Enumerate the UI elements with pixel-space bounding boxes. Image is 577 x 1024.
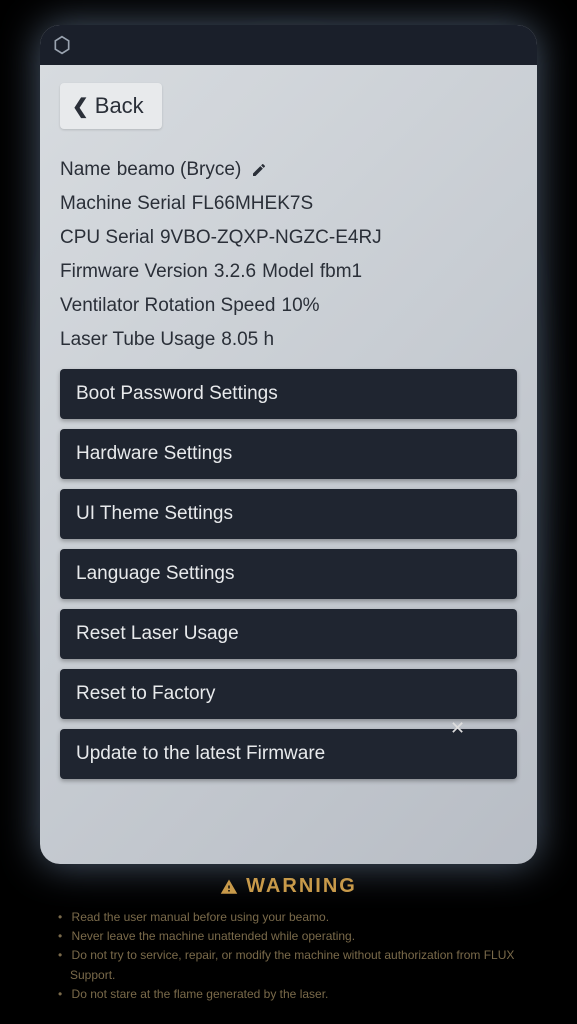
machine-serial-value: FL66MHEK7S xyxy=(192,193,313,215)
update-firmware-button[interactable]: Update to the latest Firmware xyxy=(60,729,517,779)
warning-icon xyxy=(220,878,238,896)
language-button[interactable]: Language Settings xyxy=(60,549,517,599)
cpu-serial-row: CPU Serial 9VBO-ZQXP-NGZC-E4RJ xyxy=(60,227,517,249)
laser-usage-row: Laser Tube Usage 8.05 h xyxy=(60,329,517,351)
boot-password-button[interactable]: Boot Password Settings xyxy=(60,369,517,419)
warning-panel: WARNING Read the user manual before usin… xyxy=(0,863,577,1024)
status-bar xyxy=(40,25,537,65)
model-label: Model xyxy=(262,261,314,283)
machine-serial-row: Machine Serial FL66MHEK7S xyxy=(60,193,517,215)
reset-laser-button[interactable]: Reset Laser Usage xyxy=(60,609,517,659)
settings-menu: Boot Password Settings Hardware Settings… xyxy=(60,369,517,779)
cpu-serial-label: CPU Serial xyxy=(60,227,154,249)
back-button[interactable]: ❮ Back xyxy=(60,83,162,129)
reset-factory-button[interactable]: Reset to Factory xyxy=(60,669,517,719)
device-name-row: Name beamo (Bryce) xyxy=(60,159,517,181)
warning-header: WARNING xyxy=(50,875,527,898)
name-label: Name xyxy=(60,159,111,181)
warning-item: Never leave the machine unattended while… xyxy=(70,927,527,946)
firmware-value: 3.2.6 xyxy=(214,261,256,283)
machine-serial-label: Machine Serial xyxy=(60,193,186,215)
warning-item: Read the user manual before using your b… xyxy=(70,908,527,927)
hardware-settings-button[interactable]: Hardware Settings xyxy=(60,429,517,479)
ventilator-value: 10% xyxy=(282,295,320,317)
firmware-label: Firmware Version xyxy=(60,261,208,283)
ventilator-row: Ventilator Rotation Speed 10% xyxy=(60,295,517,317)
name-value: beamo (Bryce) xyxy=(117,159,242,181)
ventilator-label: Ventilator Rotation Speed xyxy=(60,295,276,317)
back-label: Back xyxy=(95,93,144,119)
warning-item: Do not try to service, repair, or modify… xyxy=(70,946,527,984)
edit-icon[interactable] xyxy=(251,162,267,178)
laser-usage-value: 8.05 h xyxy=(221,329,274,351)
warning-list: Read the user manual before using your b… xyxy=(50,908,527,1004)
cpu-serial-value: 9VBO-ZQXP-NGZC-E4RJ xyxy=(160,227,382,249)
ui-theme-button[interactable]: UI Theme Settings xyxy=(60,489,517,539)
model-value: fbm1 xyxy=(320,261,362,283)
chevron-left-icon: ❮ xyxy=(72,94,89,119)
warning-item: Do not stare at the flame generated by t… xyxy=(70,985,527,1004)
device-info: Name beamo (Bryce) Machine Serial FL66MH… xyxy=(60,159,517,351)
laser-usage-label: Laser Tube Usage xyxy=(60,329,215,351)
app-logo-icon xyxy=(52,35,72,55)
firmware-row: Firmware Version 3.2.6 Model fbm1 xyxy=(60,261,517,283)
settings-screen: ❮ Back Name beamo (Bryce) Machine Serial… xyxy=(40,25,537,864)
warning-title: WARNING xyxy=(246,875,357,898)
